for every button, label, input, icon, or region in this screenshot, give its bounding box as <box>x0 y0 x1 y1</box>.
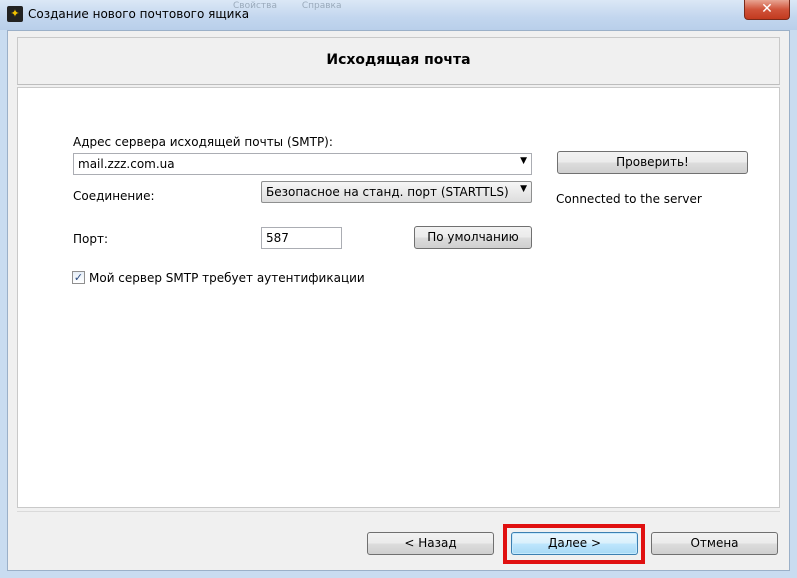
close-icon: ✕ <box>761 1 773 17</box>
background-menu-item: Свойства <box>233 1 277 11</box>
check-button[interactable]: Проверить! <box>557 151 748 174</box>
port-field[interactable]: 587 <box>261 227 342 249</box>
chevron-down-icon[interactable]: ▼ <box>520 184 527 194</box>
default-port-button[interactable]: По умолчанию <box>414 226 532 249</box>
smtp-server-value: mail.zzz.com.ua <box>78 157 175 171</box>
page-title: Исходящая почта <box>326 52 471 68</box>
connection-label: Соединение: <box>73 189 155 203</box>
connection-select[interactable]: Безопасное на станд. порт (STARTTLS) ▼ <box>261 181 532 203</box>
chevron-down-icon[interactable]: ▼ <box>520 156 527 166</box>
background-menu: Свойства Справка <box>233 1 364 11</box>
auth-checkbox[interactable]: ✓ <box>72 271 85 284</box>
wizard-header: Исходящая почта <box>17 37 780 85</box>
next-button-highlight <box>503 524 645 564</box>
settings-panel: Адрес сервера исходящей почты (SMTP): ma… <box>17 87 780 508</box>
port-label: Порт: <box>73 232 109 246</box>
back-button[interactable]: < Назад <box>367 532 494 555</box>
wizard-window: Исходящая почта Адрес сервера исходящей … <box>7 30 790 571</box>
background-menu-item: Справка <box>301 1 342 11</box>
smtp-server-label: Адрес сервера исходящей почты (SMTP): <box>73 135 333 149</box>
smtp-server-combo[interactable]: mail.zzz.com.ua ▼ <box>73 153 532 175</box>
footer-divider <box>17 511 780 512</box>
app-icon[interactable]: ✦ <box>7 6 23 22</box>
connection-value: Безопасное на станд. порт (STARTTLS) <box>266 185 509 199</box>
window-title: Создание нового почтового ящика <box>28 7 250 21</box>
close-button[interactable]: ✕ <box>744 0 790 20</box>
auth-checkbox-label[interactable]: Мой сервер SMTP требует аутентификации <box>89 271 365 285</box>
connection-status: Connected to the server <box>556 192 702 206</box>
cancel-button[interactable]: Отмена <box>651 532 778 555</box>
title-bar: ✦ Создание нового почтового ящика Свойст… <box>0 0 797 30</box>
